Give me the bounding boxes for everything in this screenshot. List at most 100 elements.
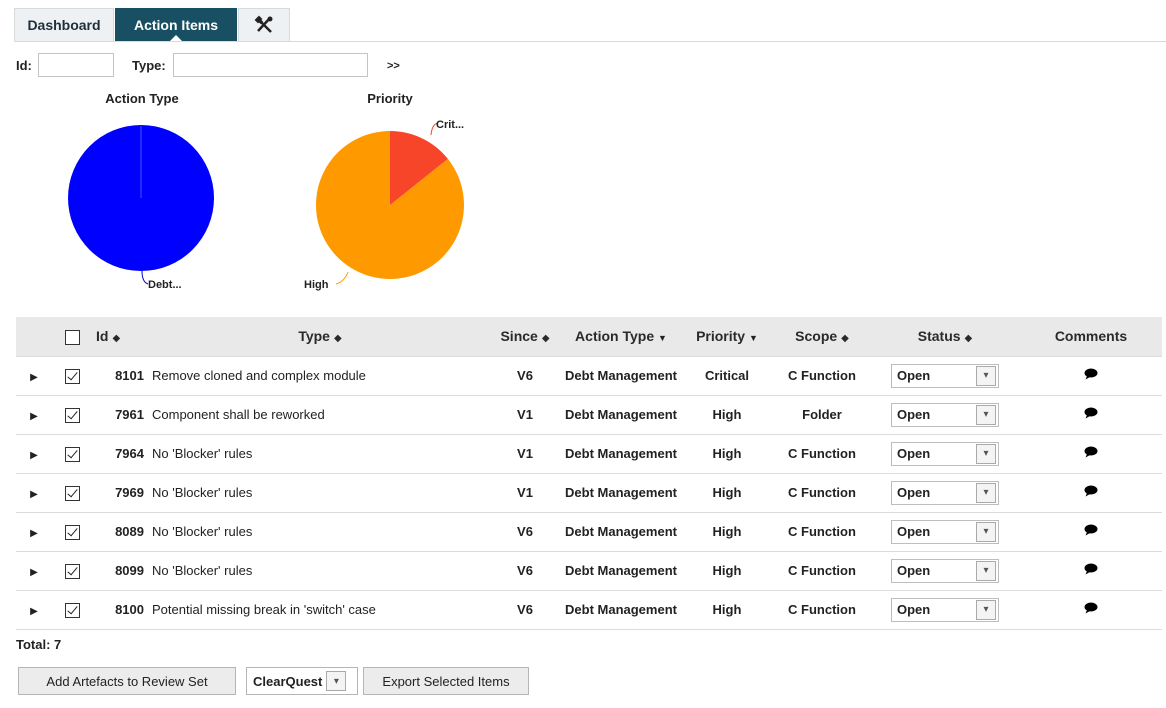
row-since: V1 bbox=[488, 433, 562, 473]
row-checkbox[interactable] bbox=[64, 407, 80, 423]
tab-tools[interactable] bbox=[238, 8, 290, 41]
select-cell[interactable] bbox=[52, 433, 92, 473]
id-filter-input[interactable] bbox=[38, 53, 114, 77]
table-header-row: Id ◆ Type ◆ Since ◆ Action Type ▼ Priority … bbox=[16, 317, 1162, 356]
type-filter-label: Type: bbox=[132, 58, 166, 73]
priority-header[interactable]: Priority ▼ bbox=[680, 317, 774, 356]
row-priority: Critical bbox=[680, 355, 774, 395]
expand-cell[interactable]: ▶ bbox=[16, 589, 52, 630]
action-type-header[interactable]: Action Type ▼ bbox=[562, 317, 680, 356]
row-checkbox[interactable] bbox=[64, 602, 80, 618]
select-cell[interactable] bbox=[52, 550, 92, 590]
status-header[interactable]: Status ◆ bbox=[870, 317, 1020, 356]
comment-icon[interactable] bbox=[1084, 446, 1098, 458]
row-comments-cell[interactable] bbox=[1020, 511, 1162, 551]
select-cell[interactable] bbox=[52, 355, 92, 395]
row-scope: C Function bbox=[774, 355, 870, 395]
expand-arrow-icon[interactable]: ▶ bbox=[30, 567, 38, 578]
expand-arrow-icon[interactable]: ▶ bbox=[30, 372, 38, 383]
expand-arrow-icon[interactable]: ▶ bbox=[30, 450, 38, 461]
row-checkbox[interactable] bbox=[64, 563, 80, 579]
tab-action-items[interactable]: Action Items bbox=[115, 8, 237, 41]
expand-cell[interactable]: ▶ bbox=[16, 394, 52, 434]
select-cell[interactable] bbox=[52, 472, 92, 512]
row-status-cell: Open ▾ bbox=[870, 394, 1020, 434]
export-target-select[interactable]: ClearQuest ▾ bbox=[246, 667, 358, 695]
table-row[interactable]: ▶ 7961 Component shall be reworked V1 Debt M… bbox=[16, 394, 1162, 434]
row-comments-cell[interactable] bbox=[1020, 472, 1162, 512]
row-comments-cell[interactable] bbox=[1020, 433, 1162, 473]
status-select[interactable]: Open ▾ bbox=[891, 402, 999, 427]
expand-header bbox=[16, 317, 52, 356]
table-row[interactable]: ▶ 8099 No 'Blocker' rules V6 Debt Management… bbox=[16, 550, 1162, 590]
tab-dashboard[interactable]: Dashboard bbox=[14, 8, 114, 41]
expand-arrow-icon[interactable]: ▶ bbox=[30, 489, 38, 500]
row-comments-cell[interactable] bbox=[1020, 589, 1162, 630]
table-row[interactable]: ▶ 8100 Potential missing break in 'switch'… bbox=[16, 589, 1162, 630]
tools-icon bbox=[254, 15, 273, 33]
row-checkbox[interactable] bbox=[64, 446, 80, 462]
chevron-down-icon[interactable]: ▾ bbox=[976, 560, 996, 581]
expand-cell[interactable]: ▶ bbox=[16, 355, 52, 395]
expand-arrow-icon[interactable]: ▶ bbox=[30, 606, 38, 617]
status-select[interactable]: Open ▾ bbox=[891, 441, 999, 466]
row-status-cell: Open ▾ bbox=[870, 550, 1020, 590]
priority-chart-title: Priority bbox=[367, 91, 413, 106]
row-checkbox[interactable] bbox=[64, 368, 80, 384]
row-comments-cell[interactable] bbox=[1020, 394, 1162, 434]
comment-icon[interactable] bbox=[1084, 407, 1098, 419]
row-type: No 'Blocker' rules bbox=[152, 550, 488, 590]
table-row[interactable]: ▶ 7964 No 'Blocker' rules V1 Debt Management… bbox=[16, 433, 1162, 473]
expand-cell[interactable]: ▶ bbox=[16, 472, 52, 512]
comment-icon[interactable] bbox=[1084, 602, 1098, 614]
table-row[interactable]: ▶ 8101 Remove cloned and complex module V6 D… bbox=[16, 355, 1162, 395]
row-comments-cell[interactable] bbox=[1020, 550, 1162, 590]
status-select[interactable]: Open ▾ bbox=[891, 558, 999, 583]
row-id: 8099 bbox=[92, 550, 152, 590]
chevron-down-icon[interactable]: ▾ bbox=[976, 482, 996, 503]
row-scope: C Function bbox=[774, 550, 870, 590]
table-row[interactable]: ▶ 8089 No 'Blocker' rules V6 Debt Management… bbox=[16, 511, 1162, 551]
select-cell[interactable] bbox=[52, 511, 92, 551]
comment-icon[interactable] bbox=[1084, 563, 1098, 575]
scope-header[interactable]: Scope ◆ bbox=[774, 317, 870, 356]
chevron-down-icon[interactable]: ▾ bbox=[976, 521, 996, 542]
select-cell[interactable] bbox=[52, 394, 92, 434]
id-header[interactable]: Id ◆ bbox=[92, 317, 152, 356]
status-value: Open bbox=[897, 446, 931, 461]
expand-arrow-icon[interactable]: ▶ bbox=[30, 411, 38, 422]
since-header[interactable]: Since ◆ bbox=[488, 317, 562, 356]
row-comments-cell[interactable] bbox=[1020, 355, 1162, 395]
type-filter-input[interactable] bbox=[173, 53, 368, 77]
select-cell[interactable] bbox=[52, 589, 92, 630]
row-action-type: Debt Management bbox=[562, 589, 680, 630]
chevron-down-icon[interactable]: ▾ bbox=[976, 365, 996, 386]
row-checkbox[interactable] bbox=[64, 485, 80, 501]
expand-cell[interactable]: ▶ bbox=[16, 433, 52, 473]
expand-cell[interactable]: ▶ bbox=[16, 511, 52, 551]
comment-icon[interactable] bbox=[1084, 485, 1098, 497]
apply-filter-button[interactable]: >> bbox=[387, 60, 400, 72]
row-checkbox[interactable] bbox=[64, 524, 80, 540]
chevron-down-icon[interactable]: ▾ bbox=[976, 599, 996, 620]
status-select[interactable]: Open ▾ bbox=[891, 597, 999, 622]
type-header[interactable]: Type ◆ bbox=[152, 317, 488, 356]
expand-cell[interactable]: ▶ bbox=[16, 550, 52, 590]
export-selected-button[interactable]: Export Selected Items bbox=[363, 667, 529, 695]
add-artefacts-button[interactable]: Add Artefacts to Review Set bbox=[18, 667, 236, 695]
chevron-down-icon[interactable]: ▾ bbox=[326, 671, 347, 691]
status-select[interactable]: Open ▾ bbox=[891, 519, 999, 544]
status-select[interactable]: Open ▾ bbox=[891, 363, 999, 388]
row-action-type: Debt Management bbox=[562, 550, 680, 590]
row-since: V6 bbox=[488, 589, 562, 630]
chevron-down-icon[interactable]: ▾ bbox=[976, 443, 996, 464]
chevron-down-icon[interactable]: ▾ bbox=[976, 404, 996, 425]
comment-icon[interactable] bbox=[1084, 368, 1098, 380]
comment-icon[interactable] bbox=[1084, 524, 1098, 536]
row-scope: Folder bbox=[774, 394, 870, 434]
table-row[interactable]: ▶ 7969 No 'Blocker' rules V1 Debt Management… bbox=[16, 472, 1162, 512]
select-all-checkbox[interactable] bbox=[64, 329, 80, 345]
status-value: Open bbox=[897, 407, 931, 422]
expand-arrow-icon[interactable]: ▶ bbox=[30, 528, 38, 539]
status-select[interactable]: Open ▾ bbox=[891, 480, 999, 505]
